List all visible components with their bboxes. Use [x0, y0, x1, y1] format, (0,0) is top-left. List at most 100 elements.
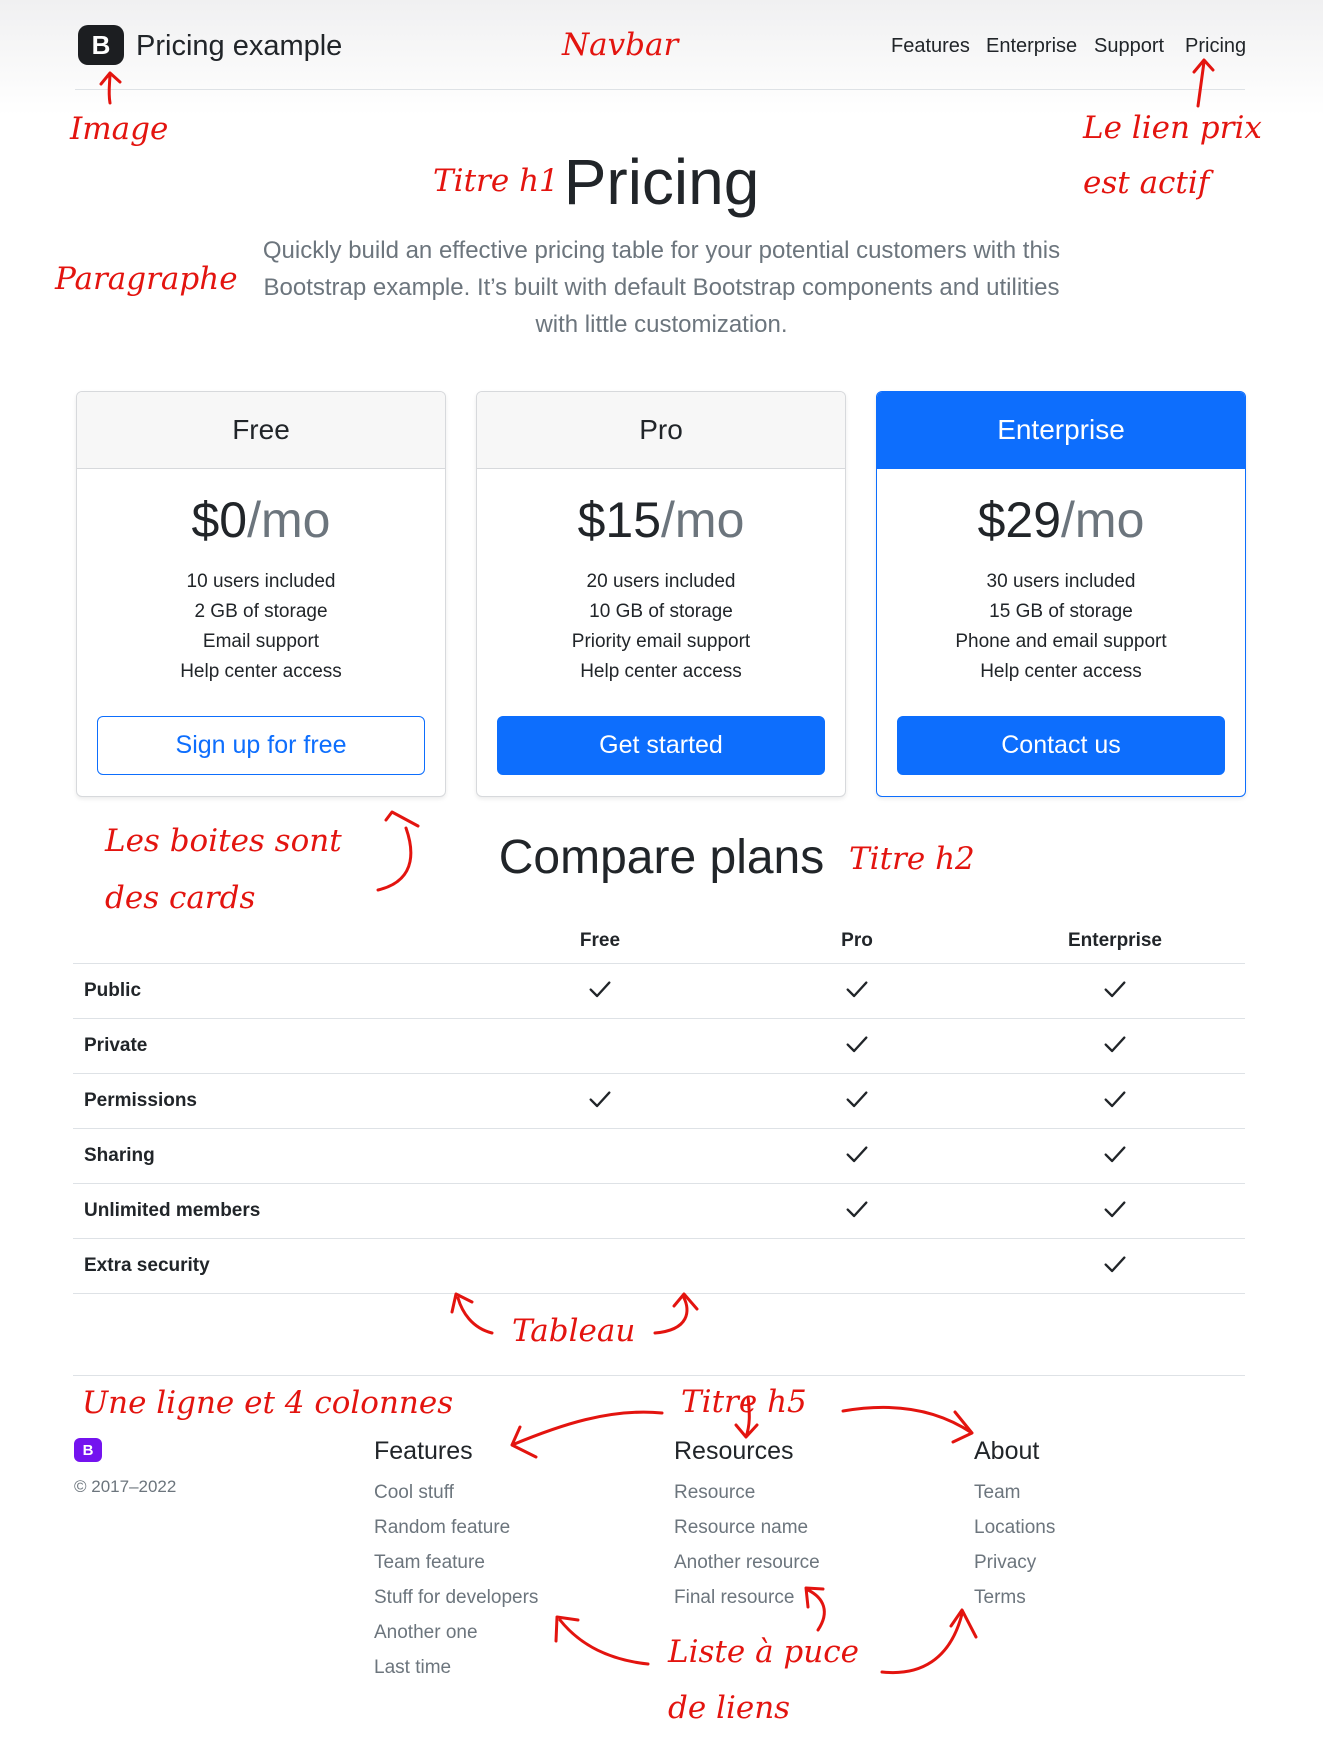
feature-item: 15 GB of storage: [989, 601, 1133, 622]
brand-name[interactable]: Pricing example: [136, 30, 342, 63]
check-icon: [1104, 1256, 1126, 1273]
annotation-list-1: Liste à puce: [668, 1634, 859, 1670]
annotation-image: Image: [70, 111, 169, 147]
table-row-label: Public: [84, 980, 142, 1001]
card-features: 10 users included 2 GB of storage Email …: [77, 567, 445, 687]
sign-up-button[interactable]: Sign up for free: [97, 716, 425, 775]
annotation-table: Tableau: [512, 1313, 636, 1349]
card-features: 30 users included 15 GB of storage Phone…: [877, 567, 1245, 687]
feature-item: 10 GB of storage: [589, 601, 733, 622]
check-icon: [846, 1146, 868, 1163]
check-icon: [1104, 1201, 1126, 1218]
table-row-label: Sharing: [84, 1145, 155, 1166]
table-row-label: Private: [84, 1035, 148, 1056]
annotation-active-link-1: Le lien prix: [1083, 110, 1262, 146]
footer-link[interactable]: Final resource: [674, 1587, 794, 1609]
price-period: /mo: [1061, 492, 1145, 548]
nav-link-support[interactable]: Support: [1094, 35, 1164, 58]
arrow-h5-left: [510, 1410, 664, 1459]
feature-item: 2 GB of storage: [194, 601, 328, 622]
annotation-h1: Titre h1: [433, 163, 559, 199]
price-amount: $29: [977, 492, 1062, 548]
footer-link[interactable]: Resource name: [674, 1517, 808, 1539]
footer-link[interactable]: Terms: [974, 1587, 1026, 1609]
footer-link[interactable]: Locations: [974, 1517, 1055, 1539]
table-header-free: Free: [579, 930, 621, 951]
table-header-pro: Pro: [841, 930, 873, 951]
check-icon: [846, 1036, 868, 1053]
arrow-list-middle: [804, 1586, 826, 1632]
brand-logo[interactable]: B: [78, 25, 124, 65]
feature-item: Phone and email support: [955, 631, 1167, 652]
nav-link-features[interactable]: Features: [891, 35, 970, 58]
copyright: © 2017–2022: [74, 1477, 177, 1496]
footer-logo-letter: B: [82, 1441, 94, 1459]
arrow-table-right: [653, 1292, 699, 1335]
table-header-enterprise: Enterprise: [1068, 930, 1162, 951]
table-row-label: Unlimited members: [84, 1200, 261, 1221]
nav-link-pricing[interactable]: Pricing: [1185, 35, 1246, 58]
check-icon: [589, 1091, 611, 1108]
card-header: Enterprise: [877, 392, 1245, 469]
card-header: Free: [77, 392, 445, 469]
footer-heading-resources: Resources: [674, 1437, 794, 1465]
footer-link[interactable]: Team feature: [374, 1552, 485, 1574]
footer-link[interactable]: Team: [974, 1482, 1020, 1504]
get-started-button[interactable]: Get started: [497, 716, 825, 775]
table-row-divider: [73, 1128, 1245, 1129]
feature-item: 10 users included: [186, 571, 336, 592]
check-icon: [1104, 1091, 1126, 1108]
check-icon: [589, 981, 611, 998]
pricing-card-free: Free $0/mo 10 users included 2 GB of sto…: [76, 391, 446, 797]
check-icon: [846, 1091, 868, 1108]
table-row-label: Permissions: [84, 1090, 197, 1111]
annotation-list-2: de liens: [668, 1690, 791, 1726]
footer-logo[interactable]: B: [74, 1438, 102, 1462]
brand-logo-letter: B: [91, 29, 111, 60]
nav-link-enterprise[interactable]: Enterprise: [986, 35, 1077, 58]
feature-item: Help center access: [980, 661, 1142, 682]
footer-heading-about: About: [974, 1437, 1040, 1465]
check-icon: [846, 981, 868, 998]
price-period: /mo: [247, 492, 331, 548]
annotation-cards-1: Les boites sont: [105, 823, 342, 859]
footer-link[interactable]: Privacy: [974, 1552, 1036, 1574]
footer-link[interactable]: Last time: [374, 1657, 451, 1679]
annotation-navbar: Navbar: [562, 27, 679, 63]
price-amount: $0: [191, 492, 248, 548]
footer-link[interactable]: Another one: [374, 1622, 478, 1644]
footer-link[interactable]: Random feature: [374, 1517, 510, 1539]
table-row-label: Extra security: [84, 1255, 210, 1276]
table-row-divider: [73, 1018, 1245, 1019]
feature-item: Priority email support: [571, 631, 751, 652]
footer-heading-features: Features: [374, 1437, 473, 1465]
table-row-divider: [73, 1073, 1245, 1074]
table-row-divider: [73, 1293, 1245, 1294]
arrow-list-left: [554, 1615, 650, 1666]
check-icon: [1104, 1146, 1126, 1163]
check-icon: [846, 1201, 868, 1218]
check-icon: [1104, 1036, 1126, 1053]
annotation-h5: Titre h5: [681, 1384, 807, 1420]
footer-link[interactable]: Resource: [674, 1482, 755, 1504]
price-amount: $15: [577, 492, 662, 548]
card-price: $15/mo: [477, 491, 845, 549]
feature-item: Help center access: [580, 661, 742, 682]
feature-item: 20 users included: [586, 571, 736, 592]
contact-us-button[interactable]: Contact us: [897, 716, 1225, 775]
check-icon: [1104, 981, 1126, 998]
table-row-divider: [73, 963, 1245, 964]
footer-divider: [73, 1375, 1245, 1376]
navbar-divider: [75, 89, 1245, 90]
annotation-active-link-2: est actif: [1083, 165, 1210, 201]
annotation-cards-2: des cards: [105, 880, 256, 916]
footer-link[interactable]: Cool stuff: [374, 1482, 454, 1504]
feature-item: Help center access: [180, 661, 342, 682]
annotation-row: Une ligne et 4 colonnes: [82, 1385, 454, 1421]
footer-link[interactable]: Stuff for developers: [374, 1587, 538, 1609]
feature-item: Email support: [202, 631, 320, 652]
table-row-divider: [73, 1183, 1245, 1184]
annotation-paragraph: Paragraphe: [55, 261, 238, 297]
feature-item: 30 users included: [986, 571, 1136, 592]
footer-link[interactable]: Another resource: [674, 1552, 820, 1574]
